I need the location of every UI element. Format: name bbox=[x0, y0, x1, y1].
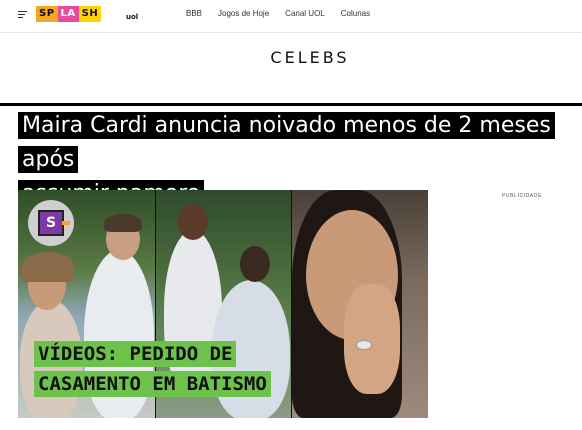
man-hair bbox=[104, 214, 142, 232]
headline-line-1: Maira Cardi anuncia noivado menos de 2 m… bbox=[18, 112, 555, 173]
splash-video-badge: S bbox=[28, 200, 74, 246]
woman-in-robe-head bbox=[178, 204, 208, 240]
nav-link-bbb[interactable]: BBB bbox=[186, 9, 202, 18]
nav-link-jogos-de-hoje[interactable]: Jogos de Hoje bbox=[218, 9, 269, 18]
logo-letters-3: SH bbox=[78, 6, 102, 22]
man-in-shirt-head bbox=[240, 246, 270, 282]
hamburger-menu-icon[interactable] bbox=[18, 11, 27, 18]
logo-letters-1: SP bbox=[36, 6, 58, 22]
logo-letters-2: LA bbox=[57, 6, 79, 22]
video-caption-line-2: CASAMENTO EM BATISMO bbox=[34, 371, 271, 397]
splash-logo[interactable]: SP LA SH bbox=[36, 6, 102, 22]
top-navigation-bar: SP LA SH uol BBB Jogos de Hoje Canal UOL… bbox=[0, 0, 582, 33]
advertising-label: PUBLICIDADE bbox=[502, 193, 542, 199]
uol-logo[interactable]: uol bbox=[126, 13, 138, 21]
section-divider bbox=[0, 103, 582, 106]
nav-link-canal-uol[interactable]: Canal UOL bbox=[285, 9, 325, 18]
engagement-ring bbox=[356, 340, 372, 350]
video-frame-3 bbox=[292, 190, 428, 418]
video-caption: VÍDEOS: PEDIDO DE CASAMENTO EM BATISMO bbox=[34, 339, 271, 399]
hand bbox=[344, 284, 400, 394]
nav-link-colunas[interactable]: Colunas bbox=[341, 9, 370, 18]
video-thumbnail[interactable]: S VÍDEOS: PEDIDO DE CASAMENTO EM BATISMO bbox=[18, 190, 428, 418]
badge-letter: S bbox=[38, 210, 70, 236]
woman-hair bbox=[22, 252, 74, 282]
video-caption-line-1: VÍDEOS: PEDIDO DE bbox=[34, 341, 237, 367]
main-nav: BBB Jogos de Hoje Canal UOL Colunas bbox=[186, 9, 370, 18]
section-title[interactable]: CELEBS bbox=[0, 48, 582, 67]
